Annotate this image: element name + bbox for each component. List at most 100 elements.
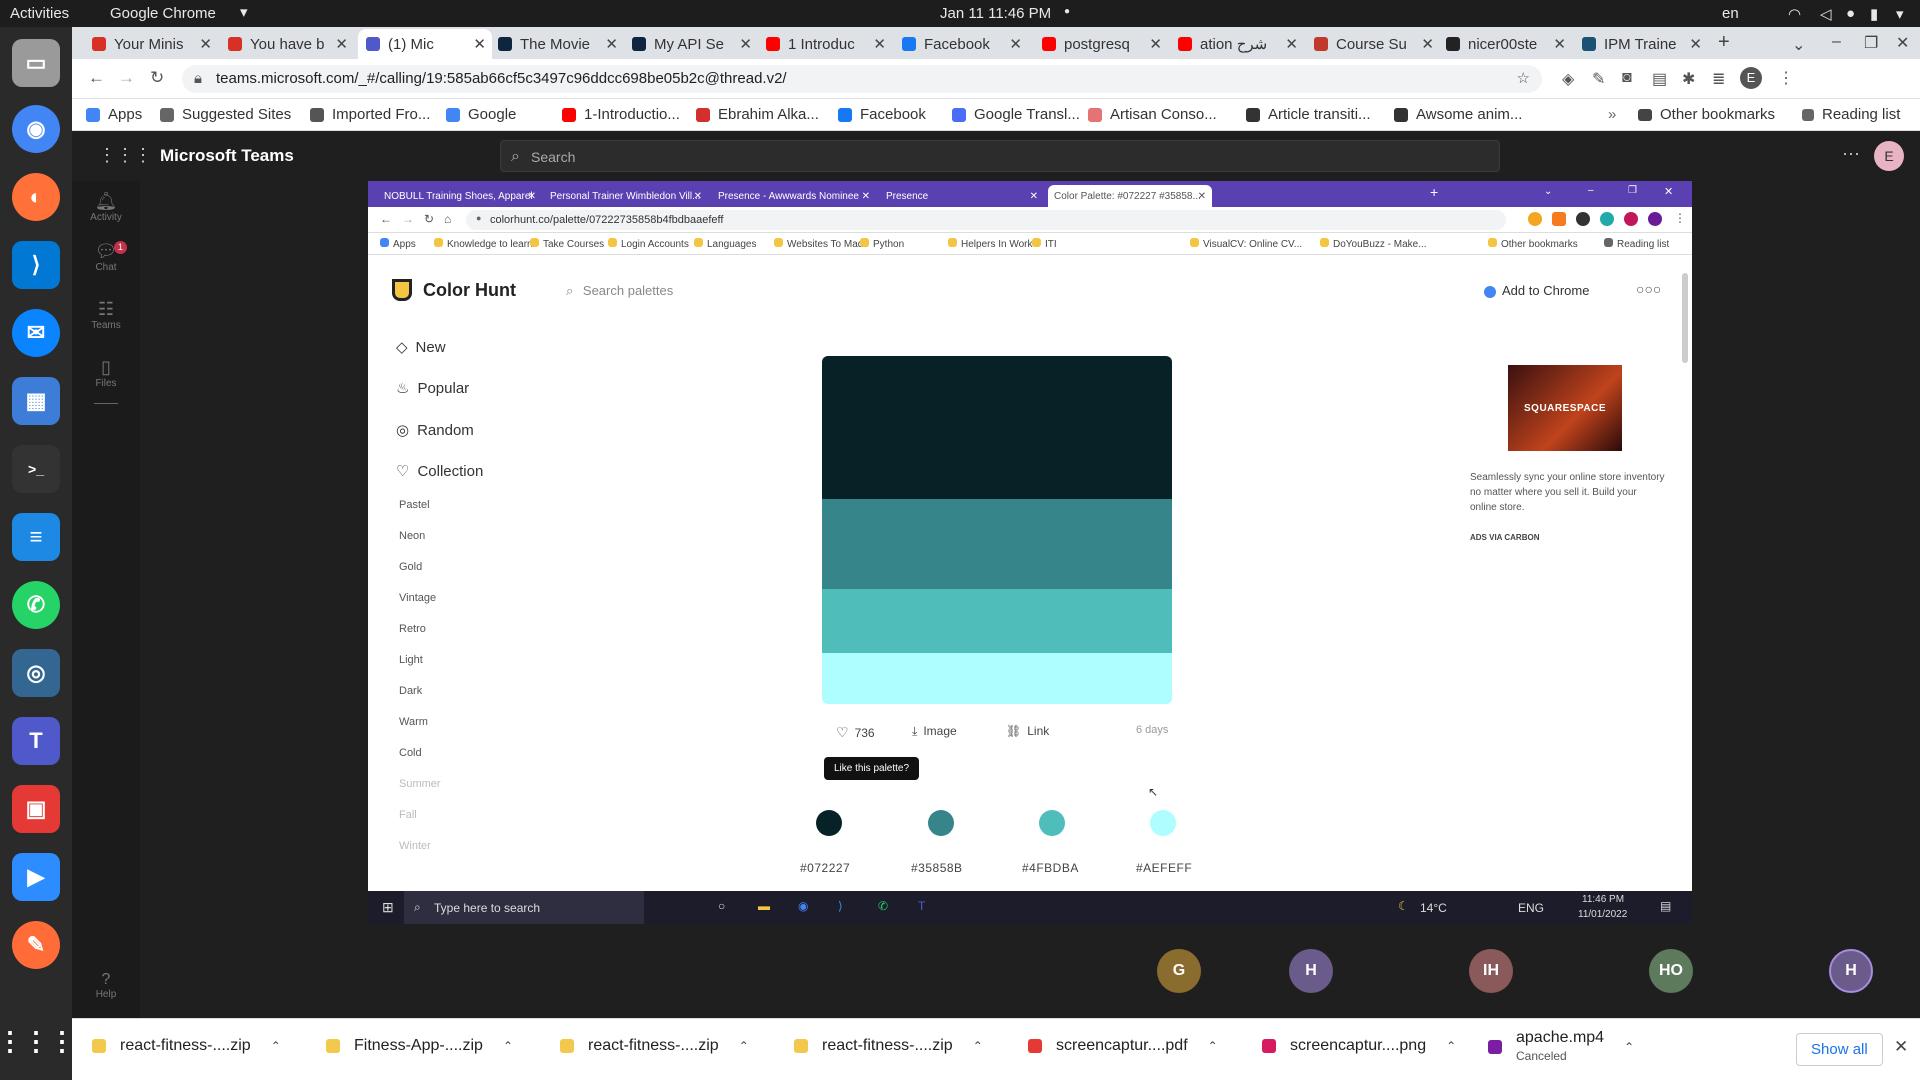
tab-close-icon[interactable]: ✕ <box>1553 35 1566 53</box>
bookmarks-overflow-icon[interactable]: » <box>1608 106 1616 123</box>
browser-tab[interactable]: ation شرح ✕ <box>1170 29 1304 59</box>
show-all-downloads-button[interactable]: Show all <box>1796 1033 1883 1066</box>
browser-tab[interactable]: Your Minis ✕ <box>84 29 218 59</box>
browser-tab[interactable]: Facebook ✕ <box>894 29 1028 59</box>
profile-avatar[interactable]: E <box>1740 67 1762 89</box>
bookmark-item[interactable]: Imported Fro... <box>310 106 430 123</box>
writer-icon[interactable]: ≡ <box>12 513 60 561</box>
browser-tab[interactable]: Course Su ✕ <box>1306 29 1440 59</box>
language-indicator[interactable]: en <box>1722 5 1739 22</box>
download-menu-chevron-icon[interactable]: ⌃ <box>503 1039 513 1053</box>
whatsapp-icon[interactable]: ✆ <box>12 581 60 629</box>
tab-close-icon[interactable]: ✕ <box>739 35 752 53</box>
teams-ext-icon[interactable]: ▤ <box>1652 69 1667 89</box>
postgres-icon[interactable]: ◎ <box>12 649 60 697</box>
bookmark-item[interactable]: Awsome anim... <box>1394 106 1522 123</box>
puzzle-icon[interactable]: ✱ <box>1682 69 1695 89</box>
eyedropper-icon[interactable]: ✎ <box>1592 69 1605 89</box>
tab-close-icon[interactable]: ✕ <box>1421 35 1434 53</box>
bookmark-item[interactable]: Google Transl... <box>952 106 1080 123</box>
browser-tab[interactable]: nicer00ste ✕ <box>1438 29 1572 59</box>
address-bar[interactable]: 🔒︎ teams.microsoft.com/_#/calling/19:585… <box>182 65 1542 93</box>
download-item[interactable]: react-fitness-....zip ⌃ <box>794 1037 983 1055</box>
files-icon[interactable]: ▭ <box>12 39 60 87</box>
browser-tab[interactable]: IPM Traine ✕ <box>1574 29 1708 59</box>
browser-tab[interactable]: (1) Mic ✕ <box>358 29 492 59</box>
browser-tab[interactable]: The Movie ✕ <box>490 29 624 59</box>
thunderbird-icon[interactable]: ✉ <box>12 309 60 357</box>
mic-icon[interactable]: ● <box>1846 5 1855 22</box>
system-clock[interactable]: Jan 11 11:46 PM <box>940 5 1051 22</box>
download-menu-chevron-icon[interactable]: ⌃ <box>271 1039 281 1053</box>
close-downloads-icon[interactable]: ✕ <box>1894 1037 1908 1057</box>
chrome-icon[interactable]: ◉ <box>12 105 60 153</box>
restore-icon[interactable]: ❐ <box>1864 33 1878 53</box>
tab-close-icon[interactable]: ✕ <box>605 35 618 53</box>
software-icon[interactable]: ▦ <box>12 377 60 425</box>
browser-tab[interactable]: You have b ✕ <box>220 29 354 59</box>
firefox-icon[interactable]: ◐ <box>12 173 60 221</box>
other-bookmarks[interactable]: Other bookmarks <box>1638 106 1775 123</box>
bookmark-item[interactable]: Suggested Sites <box>160 106 291 123</box>
download-menu-chevron-icon[interactable]: ⌃ <box>973 1039 983 1053</box>
terminal-icon[interactable]: >_ <box>12 445 60 493</box>
battery-icon[interactable]: ▮ <box>1870 5 1878 23</box>
vscode-icon[interactable]: ⟩ <box>12 241 60 289</box>
tab-close-icon[interactable]: ✕ <box>473 35 486 53</box>
close-window-icon[interactable]: ✕ <box>1896 33 1909 53</box>
download-item[interactable]: apache.mp4 Canceled ⌃ <box>1488 1029 1634 1065</box>
activities-button[interactable]: Activities <box>10 5 69 22</box>
browser-tab[interactable]: 1 Introduc ✕ <box>758 29 892 59</box>
rail-chat[interactable]: 💬︎ Chat 1 <box>72 241 140 273</box>
browser-tab[interactable]: postgresq ✕ <box>1034 29 1168 59</box>
teams-icon[interactable]: T <box>12 717 60 765</box>
tab-search-icon[interactable]: ⌄ <box>1792 35 1805 55</box>
extension-icon[interactable]: ◈ <box>1562 69 1574 89</box>
download-menu-chevron-icon[interactable]: ⌃ <box>1208 1039 1218 1053</box>
tab-close-icon[interactable]: ✕ <box>199 35 212 53</box>
chrome-menu-icon[interactable]: ⋮ <box>1778 68 1794 88</box>
tab-close-icon[interactable]: ✕ <box>1009 35 1022 53</box>
browser-tab[interactable]: My API Se ✕ <box>624 29 758 59</box>
bookmark-star-icon[interactable]: ☆ <box>1517 69 1530 87</box>
tab-close-icon[interactable]: ✕ <box>1285 35 1298 53</box>
participant-avatar[interactable]: IH <box>1469 949 1513 993</box>
participant-avatar[interactable]: G <box>1157 949 1201 993</box>
download-menu-chevron-icon[interactable]: ⌃ <box>1624 1040 1634 1054</box>
new-tab-button[interactable]: + <box>1718 31 1730 54</box>
power-menu-caret-icon[interactable]: ▾ <box>1896 5 1904 23</box>
rail-files[interactable]: ▯ Files <box>72 357 140 389</box>
participant-avatar[interactable]: H <box>1289 949 1333 993</box>
tab-close-icon[interactable]: ✕ <box>1689 35 1702 53</box>
apps-grid-icon[interactable]: ⋮⋮⋮ <box>0 1017 75 1065</box>
postman-icon[interactable]: ✎ <box>12 921 60 969</box>
participant-avatar[interactable]: HO <box>1649 949 1693 993</box>
bookmark-item[interactable]: Artisan Conso... <box>1088 106 1217 123</box>
bookmark-item[interactable]: Article transiti... <box>1246 106 1371 123</box>
wifi-icon[interactable]: ◠ <box>1788 5 1801 23</box>
bookmark-item[interactable]: Google <box>446 106 516 123</box>
participant-avatar[interactable]: H <box>1829 949 1873 993</box>
download-item[interactable]: Fitness-App-....zip ⌃ <box>326 1037 513 1055</box>
download-item[interactable]: screencaptur....pdf ⌃ <box>1028 1037 1218 1055</box>
tab-close-icon[interactable]: ✕ <box>873 35 886 53</box>
camera-icon[interactable]: ◙ <box>1622 69 1632 87</box>
download-item[interactable]: react-fitness-....zip ⌃ <box>92 1037 281 1055</box>
tab-close-icon[interactable]: ✕ <box>1149 35 1162 53</box>
rail-teams[interactable]: ☷ Teams <box>72 299 140 331</box>
reading-list[interactable]: Reading list <box>1802 106 1900 123</box>
forward-icon[interactable]: → <box>118 68 135 88</box>
reload-icon[interactable]: ↻ <box>150 68 164 88</box>
download-item[interactable]: screencaptur....png ⌃ <box>1262 1037 1456 1055</box>
bookmark-item[interactable]: Apps <box>86 106 142 123</box>
teams-user-avatar[interactable]: E <box>1874 141 1904 171</box>
screenshot-icon[interactable]: ▣ <box>12 785 60 833</box>
bookmark-item[interactable]: 1-Introductio... <box>562 106 680 123</box>
app-menu[interactable]: Google Chrome <box>110 5 216 22</box>
download-item[interactable]: react-fitness-....zip ⌃ <box>560 1037 749 1055</box>
bookmark-item[interactable]: Facebook <box>838 106 926 123</box>
minimize-icon[interactable]: – <box>1832 33 1841 51</box>
download-menu-chevron-icon[interactable]: ⌃ <box>739 1039 749 1053</box>
rail-activity[interactable]: 🔔︎ Activity <box>72 191 140 223</box>
teams-more-icon[interactable]: ··· <box>1842 143 1860 164</box>
